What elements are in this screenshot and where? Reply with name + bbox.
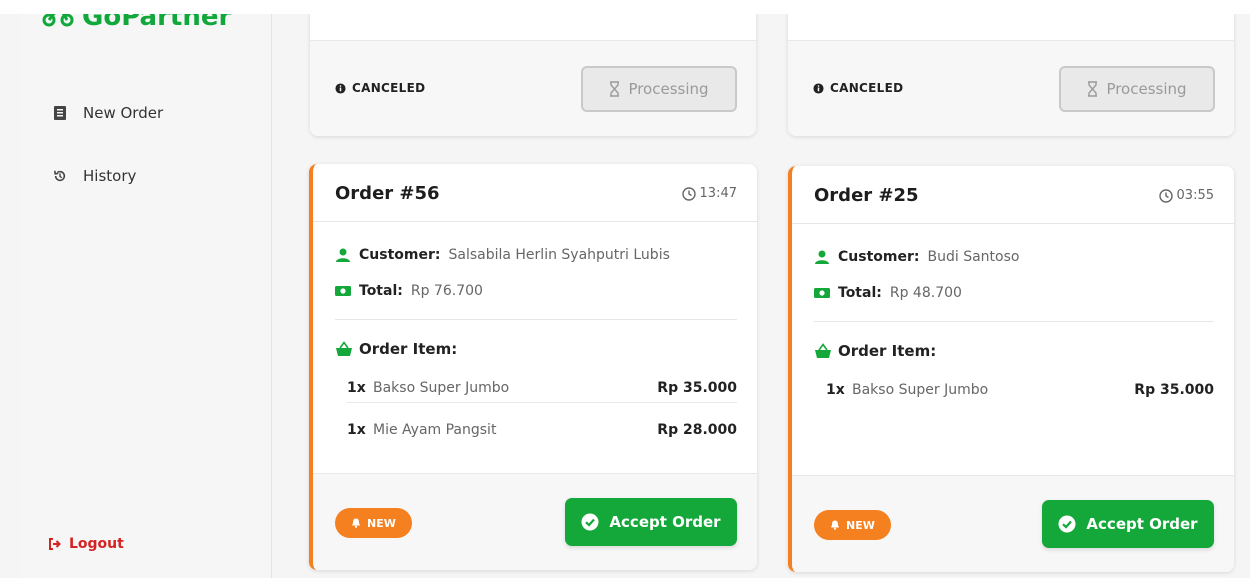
user-icon (336, 248, 350, 262)
status-badge: NEW (814, 510, 891, 540)
total-label: Total: (838, 285, 882, 301)
status-canceled: CANCELED (335, 81, 425, 95)
order-card-canceled: CANCELED Processing (788, 0, 1234, 136)
card-footer: NEW Accept Order (792, 475, 1234, 572)
customer-label: Customer: (359, 247, 441, 263)
divider (814, 321, 1214, 322)
logout-icon (49, 538, 61, 550)
total-label: Total: (359, 283, 403, 299)
processing-button[interactable]: Processing (581, 66, 737, 112)
status-badge: NEW (335, 508, 412, 538)
item-name: Bakso Super Jumbo (852, 382, 989, 398)
customer-line: Customer: Salsabila Herlin Syahputri Lub… (335, 247, 670, 263)
sidebar: GoPartner New Order History Logout (20, 0, 272, 578)
receipt-icon (54, 106, 66, 120)
logout-label: Logout (69, 536, 124, 552)
sidebar-item-new-order[interactable]: New Order (53, 104, 163, 122)
item-price: Rp 28.000 (657, 422, 737, 438)
total-line: Total: Rp 76.700 (335, 283, 483, 299)
user-icon (815, 250, 829, 264)
card-footer: NEW Accept Order (313, 473, 757, 570)
clock-icon (1158, 188, 1173, 203)
item-name: Mie Ayam Pangsit (373, 422, 497, 438)
customer-name: Budi Santoso (927, 249, 1020, 265)
processing-button[interactable]: Processing (1059, 66, 1215, 112)
item-qty: 1x (347, 379, 366, 396)
total-value: Rp 76.700 (410, 283, 483, 299)
accept-order-button[interactable]: Accept Order (1042, 500, 1214, 548)
customer-name: Salsabila Herlin Syahputri Lubis (448, 247, 670, 263)
order-card-canceled: CANCELED Processing (310, 0, 756, 136)
customer-label: Customer: (838, 249, 920, 265)
hourglass-icon (1088, 81, 1098, 97)
card-header: Order #25 03:55 (792, 166, 1234, 224)
basket-icon (815, 343, 831, 358)
item-qty: 1x (826, 382, 845, 398)
order-items-heading: Order Item: (335, 340, 457, 358)
order-time: 03:55 (1158, 188, 1214, 203)
top-strip (0, 0, 1250, 14)
check-circle-icon (581, 513, 599, 531)
item-name: Bakso Super Jumbo (373, 379, 510, 396)
money-icon (814, 288, 830, 298)
item-price: Rp 35.000 (657, 379, 737, 396)
bell-icon (352, 518, 360, 528)
sidebar-item-label: History (83, 167, 137, 185)
accept-order-label: Accept Order (609, 513, 721, 531)
order-card: Order #56 13:47 Customer: Salsabila Herl… (309, 164, 757, 570)
card-footer: CANCELED Processing (788, 40, 1234, 136)
item-qty: 1x (347, 422, 366, 438)
history-icon (53, 170, 66, 182)
check-circle-icon (1058, 515, 1076, 533)
list-item: 1x Mie Ayam Pangsit Rp 28.000 (347, 415, 737, 445)
status-label: CANCELED (352, 81, 426, 95)
customer-line: Customer: Budi Santoso (814, 249, 1019, 265)
list-item: 1x Bakso Super Jumbo Rp 35.000 (826, 375, 1214, 405)
card-footer: CANCELED Processing (310, 40, 756, 136)
processing-label: Processing (1106, 80, 1187, 98)
order-time-value: 03:55 (1176, 188, 1214, 203)
card-header: Order #56 13:47 (313, 164, 757, 222)
badge-label: NEW (846, 518, 875, 532)
accept-order-label: Accept Order (1086, 515, 1198, 533)
order-items-heading: Order Item: (814, 342, 936, 360)
status-canceled: CANCELED (813, 81, 903, 95)
clock-icon (681, 186, 696, 201)
money-icon (335, 286, 351, 296)
item-price: Rp 35.000 (1134, 382, 1214, 398)
sidebar-item-label: New Order (83, 104, 164, 122)
badge-label: NEW (367, 516, 396, 530)
order-title: Order #56 (335, 183, 440, 204)
accept-order-button[interactable]: Accept Order (565, 498, 737, 546)
order-time: 13:47 (681, 186, 737, 201)
logout-button[interactable]: Logout (48, 536, 124, 552)
sidebar-item-history[interactable]: History (53, 167, 136, 185)
info-icon (813, 82, 824, 94)
divider (335, 319, 737, 320)
info-icon (335, 82, 346, 94)
list-item: 1x Bakso Super Jumbo Rp 35.000 (347, 373, 737, 403)
total-line: Total: Rp 48.700 (814, 285, 962, 301)
processing-label: Processing (628, 80, 709, 98)
order-card: Order #25 03:55 Customer: Budi Santoso T… (788, 166, 1234, 572)
bell-icon (831, 520, 839, 530)
basket-icon (336, 341, 352, 356)
items-label: Order Item: (359, 340, 458, 358)
status-label: CANCELED (830, 81, 904, 95)
order-time-value: 13:47 (699, 186, 737, 201)
items-label: Order Item: (838, 342, 937, 360)
total-value: Rp 48.700 (889, 285, 962, 301)
order-title: Order #25 (814, 185, 919, 206)
hourglass-icon (610, 81, 620, 97)
